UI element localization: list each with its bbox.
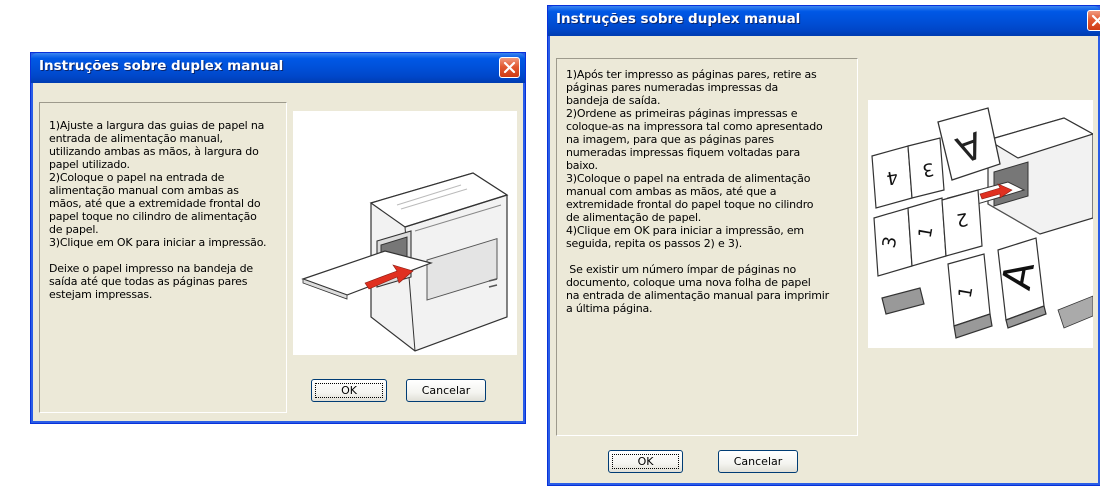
close-button[interactable] bbox=[499, 57, 520, 78]
cancel-button[interactable]: Cancelar bbox=[718, 450, 798, 473]
instructions-text: 1)Ajuste a largura das guias de papel na… bbox=[49, 119, 267, 301]
title-bar[interactable]: Instruções sobre duplex manual bbox=[548, 6, 1100, 36]
instructions-text: 1)Após ter impresso as páginas pares, re… bbox=[566, 68, 829, 315]
printer-page-order-icon: A 4 3 3 1 2 1 A bbox=[871, 107, 1095, 339]
printer-illustration bbox=[293, 111, 517, 355]
printer-manual-feed-icon bbox=[301, 172, 509, 352]
page-order-illustration: A 4 3 3 1 2 1 A bbox=[868, 100, 1095, 348]
cancel-button[interactable]: Cancelar bbox=[406, 379, 486, 402]
ok-button[interactable]: OK bbox=[608, 450, 683, 473]
close-button[interactable] bbox=[1087, 10, 1100, 31]
dialog-title: Instruções sobre duplex manual bbox=[39, 58, 284, 74]
close-icon bbox=[1091, 14, 1100, 27]
manual-duplex-dialog-1: Instruções sobre duplex manual 1)Ajuste … bbox=[30, 52, 526, 424]
close-icon bbox=[503, 61, 516, 74]
dialog-title: Instruções sobre duplex manual bbox=[556, 11, 801, 27]
manual-duplex-dialog-2: Instruções sobre duplex manual 1)Após te… bbox=[547, 5, 1100, 486]
title-bar[interactable]: Instruções sobre duplex manual bbox=[31, 53, 525, 83]
ok-button[interactable]: OK bbox=[311, 379, 387, 402]
